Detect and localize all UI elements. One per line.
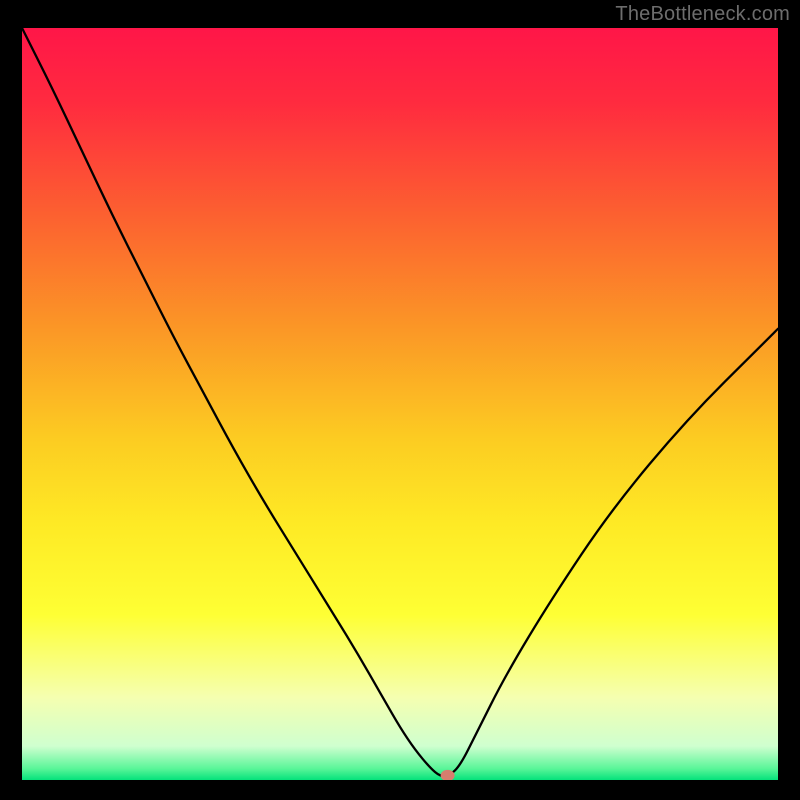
watermark-text: TheBottleneck.com	[615, 3, 790, 26]
chart-background	[22, 28, 778, 780]
chart-area	[22, 28, 778, 780]
chart-svg	[22, 28, 778, 780]
frame: TheBottleneck.com	[0, 0, 800, 800]
